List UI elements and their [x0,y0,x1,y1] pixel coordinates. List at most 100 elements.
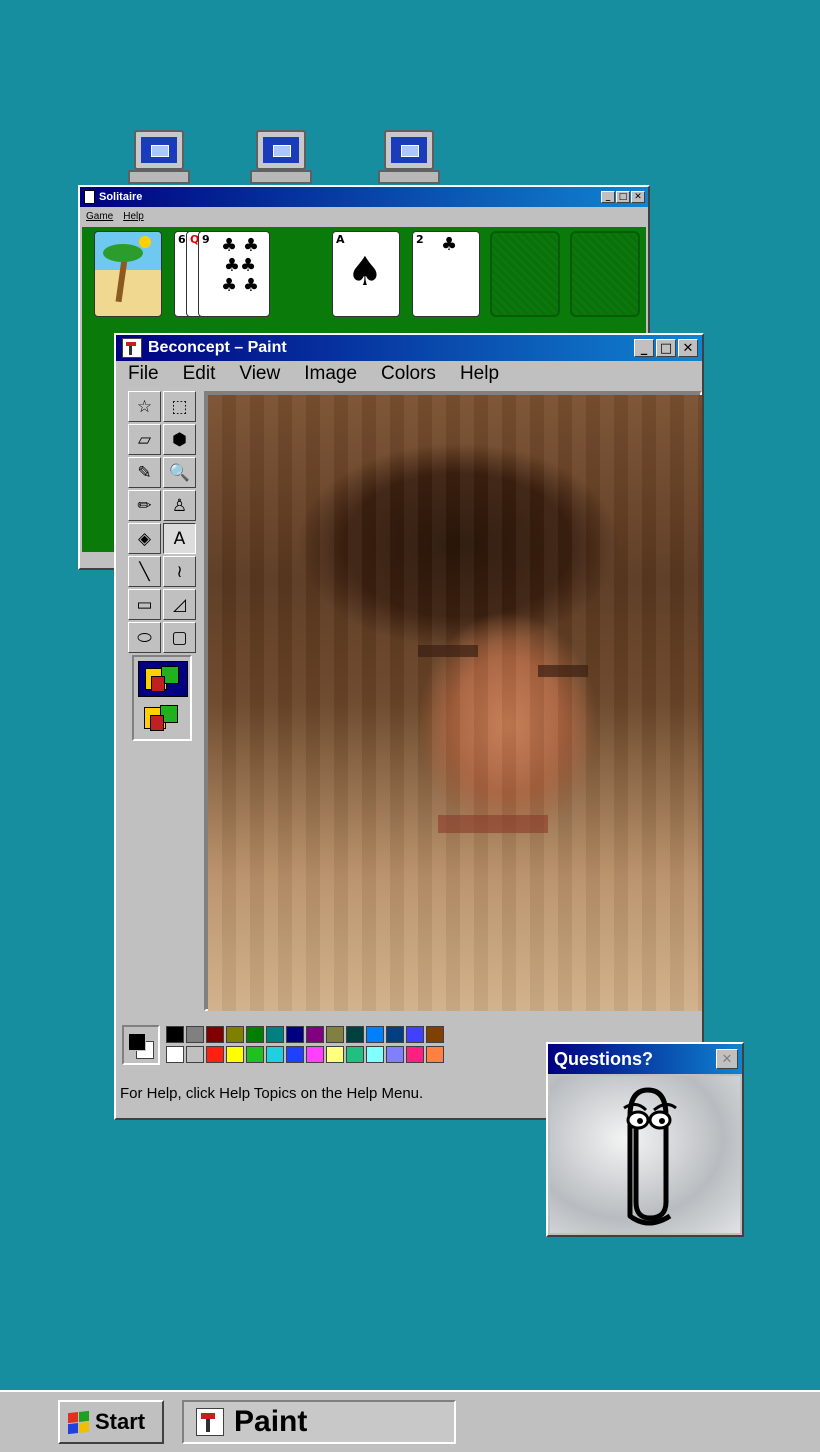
current-colors[interactable] [122,1025,160,1065]
taskbar-paint-button[interactable]: Paint [182,1400,456,1444]
text-tool[interactable]: A [163,523,196,554]
solitaire-menu-game[interactable]: Game [86,211,113,222]
assistant-close-button[interactable]: ✕ [716,1049,738,1069]
foundation-slot-empty[interactable] [490,231,560,317]
foundation-card-ace[interactable]: A ♠ [332,231,400,317]
windows-logo-icon [68,1410,89,1434]
magnifier-tool[interactable]: 🔍 [163,457,196,488]
solitaire-app-icon [84,190,95,204]
brush-tool[interactable]: ♙ [163,490,196,521]
palette-swatch[interactable] [186,1046,204,1063]
paint-window[interactable]: Beconcept – Paint _ □ ✕ File Edit View I… [114,333,704,1120]
solitaire-minimize-button[interactable]: _ [601,191,615,203]
paperclip-assistant-icon[interactable] [550,1076,744,1236]
palette-swatch[interactable] [166,1046,184,1063]
solitaire-maximize-button[interactable]: □ [616,191,630,203]
polygon-tool[interactable]: ◿ [163,589,196,620]
menu-view[interactable]: View [227,363,292,385]
desktop-icon-computer-2[interactable] [250,130,312,188]
rectangle-tool[interactable]: ▭ [128,589,161,620]
paint-canvas[interactable] [208,395,702,1011]
palette-swatch[interactable] [266,1026,284,1043]
fill-tool[interactable]: ⬢ [163,424,196,455]
rectangle-icon: ▭ [136,594,153,615]
palette-swatch[interactable] [426,1046,444,1063]
palette-swatch[interactable] [346,1046,364,1063]
menu-file[interactable]: File [116,363,171,385]
computer-icon [384,130,434,170]
palette-swatch[interactable] [206,1026,224,1043]
line-icon: ╲ [139,561,150,582]
palette-swatch[interactable] [326,1046,344,1063]
menu-edit[interactable]: Edit [171,363,228,385]
foreground-color-swatch[interactable] [128,1033,146,1051]
paint-minimize-button[interactable]: _ [634,339,654,357]
curve-tool[interactable]: ≀ [163,556,196,587]
solitaire-titlebar[interactable]: Solitaire _ □ ✕ [80,187,648,207]
waste-card-3[interactable]: 9 ♣ ♣ ♣♣ ♣ ♣ [198,231,270,317]
palette-swatch[interactable] [266,1046,284,1063]
palette-swatch[interactable] [226,1046,244,1063]
picker-tool[interactable]: ✎ [128,457,161,488]
palette-swatch[interactable] [406,1026,424,1043]
office-assistant-window[interactable]: Questions? ✕ [546,1042,744,1237]
deck-card-back[interactable] [94,231,162,317]
palette-swatch[interactable] [186,1026,204,1043]
desktop-icon-computer-3[interactable] [378,130,440,188]
paint-close-button[interactable]: ✕ [678,339,698,357]
club-suit-icon: ♣ ♣ ♣♣ ♣ ♣ [221,235,259,296]
paint-app-icon [122,338,142,358]
line-tool[interactable]: ╲ [128,556,161,587]
desktop-icon-computer-1[interactable] [128,130,190,188]
pencil-tool[interactable]: ✏ [128,490,161,521]
palette-swatch[interactable] [306,1026,324,1043]
start-label: Start [95,1409,146,1434]
brush-icon: ♙ [171,495,188,516]
eraser-tool[interactable]: ▱ [128,424,161,455]
opaque-option-icon[interactable] [138,661,188,697]
palette-swatch[interactable] [206,1046,224,1063]
rounded-rect-tool[interactable]: ▢ [163,622,196,653]
card-rank: A [336,233,345,246]
free-select-tool[interactable]: ☆ [128,391,161,422]
paint-maximize-button[interactable]: □ [656,339,676,357]
palette-swatch[interactable] [346,1026,364,1043]
solitaire-menubar: Game Help [80,207,648,225]
rounded-rect-icon: ▢ [171,627,188,648]
paint-canvas-frame [204,391,702,1011]
palette-swatch[interactable] [406,1046,424,1063]
eraser-icon: ▱ [137,429,152,450]
palette-swatch[interactable] [386,1026,404,1043]
palette-swatch[interactable] [226,1026,244,1043]
solitaire-close-button[interactable]: ✕ [631,191,645,203]
palette-swatch[interactable] [286,1046,304,1063]
solitaire-menu-help[interactable]: Help [123,211,144,222]
airbrush-tool[interactable]: ◈ [128,523,161,554]
taskbar-paint-label: Paint [234,1405,308,1438]
palette-swatch[interactable] [246,1026,264,1043]
menu-help[interactable]: Help [448,363,511,385]
foundation-slot-empty[interactable] [570,231,640,317]
palette-swatch[interactable] [306,1046,324,1063]
menu-colors[interactable]: Colors [369,363,448,385]
club-suit-icon: ♣ [441,234,458,255]
paint-titlebar[interactable]: Beconcept – Paint _ □ ✕ [116,335,702,361]
rect-select-tool[interactable]: ⬚ [163,391,196,422]
palette-swatch[interactable] [366,1026,384,1043]
picker-icon: ✎ [137,462,152,483]
palette-swatch[interactable] [246,1046,264,1063]
palette-swatch[interactable] [326,1026,344,1043]
assistant-titlebar[interactable]: Questions? ✕ [548,1044,742,1074]
foundation-card-two[interactable]: 2 ♣ [412,231,480,317]
menu-image[interactable]: Image [292,363,369,385]
tool-options-panel [132,655,192,741]
palette-swatch[interactable] [286,1026,304,1043]
palette-swatch[interactable] [166,1026,184,1043]
palette-swatch[interactable] [366,1046,384,1063]
transparent-option-icon[interactable] [138,701,186,735]
ellipse-tool[interactable]: ⬭ [128,622,161,653]
start-button[interactable]: Start [58,1400,164,1444]
pencil-icon: ✏ [137,495,152,516]
palette-swatch[interactable] [426,1026,444,1043]
palette-swatch[interactable] [386,1046,404,1063]
